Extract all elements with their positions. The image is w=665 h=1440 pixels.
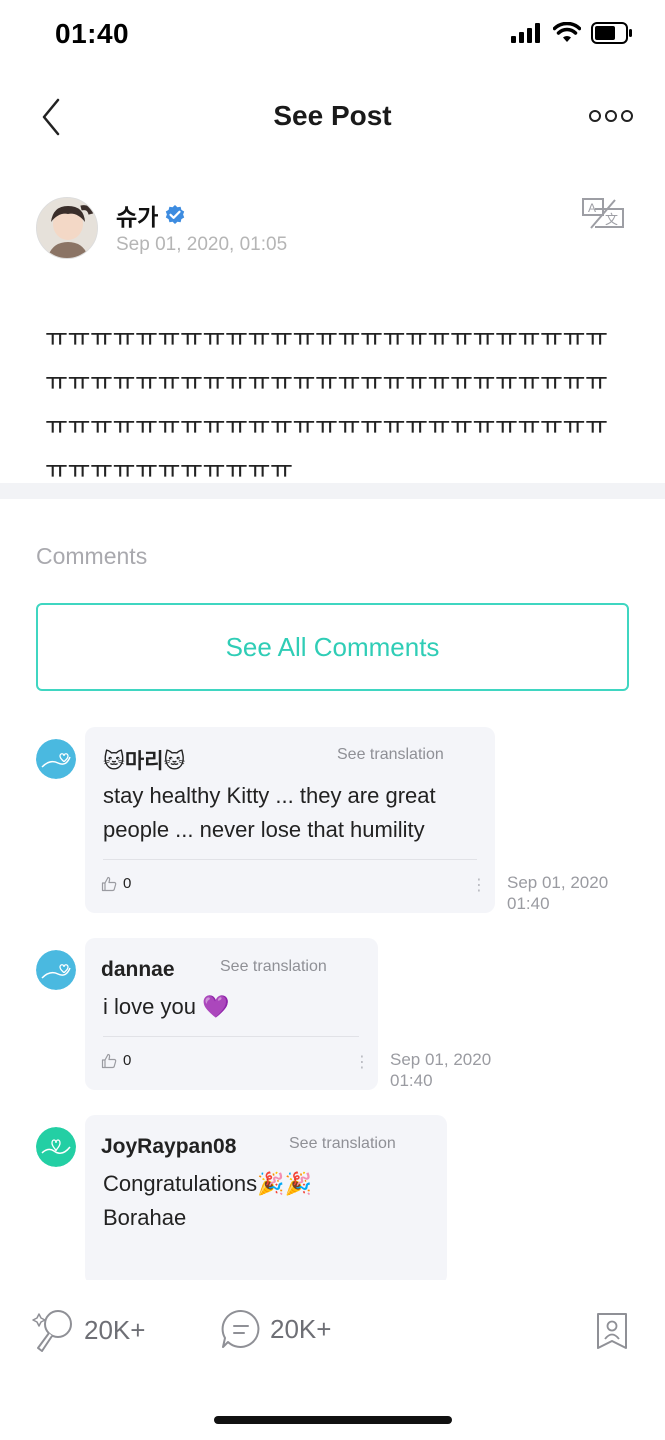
thumbs-up-icon (101, 1053, 117, 1068)
likes-count: 20K+ (84, 1314, 146, 1345)
user-avatar-icon (36, 950, 76, 990)
author-avatar[interactable] (36, 197, 98, 259)
comment-text: stay healthy Kitty ... they are great pe… (103, 783, 436, 842)
post-date: Sep 01, 2020, 01:05 (116, 234, 288, 255)
avatar-photo-icon (37, 198, 97, 258)
more-dot-icon (589, 110, 601, 122)
comment-date: Sep 01, 2020 01:40 (507, 872, 608, 914)
like-button[interactable]: 0 (101, 1052, 131, 1069)
commenter-name[interactable]: JoyRaypan08 (101, 1135, 236, 1159)
see-all-comments-button[interactable]: See All Comments (36, 603, 629, 691)
comment-bubble-icon (221, 1309, 260, 1348)
comments-stat[interactable]: 20K+ (220, 1308, 331, 1350)
comment-date-day: Sep 01, 2020 (507, 873, 609, 892)
commenter-name[interactable]: 🐱마리🐱 (103, 745, 185, 775)
comment-options-icon[interactable]: ⋮ (471, 875, 487, 895)
bookmark-button[interactable] (596, 1312, 628, 1355)
translate-icon: A 文 (582, 198, 624, 229)
like-button[interactable]: 0 (101, 875, 131, 892)
comment-date-time: 01:40 (507, 894, 550, 913)
wifi-icon (553, 22, 581, 42)
user-avatar-icon (36, 739, 76, 779)
comment-separator (103, 859, 477, 860)
comment-bubble: dannae See translation i love you 💜 0 ⋮ (85, 938, 378, 1090)
likes-stat[interactable]: 20K+ (30, 1308, 145, 1352)
see-translation-link[interactable]: See translation (289, 1135, 396, 1153)
cellular-signal-icon (511, 23, 540, 43)
more-options-button[interactable] (589, 106, 633, 126)
commenter-avatar[interactable] (36, 950, 76, 990)
thumbs-up-icon (101, 876, 117, 891)
commenter-avatar[interactable] (36, 1127, 76, 1167)
comment-text-line-2: Borahae (103, 1205, 187, 1230)
commenter-avatar[interactable] (36, 739, 76, 779)
user-avatar-icon (36, 1127, 76, 1167)
comment-options-icon[interactable]: ⋮ (354, 1052, 370, 1072)
lightstick-like-icon (32, 1310, 72, 1352)
status-icons (511, 22, 633, 44)
comment-date-day: Sep 01, 2020 (390, 1050, 492, 1069)
comment-separator (103, 1036, 359, 1037)
post-text: ㅠㅠㅠㅠㅠㅠㅠㅠㅠㅠㅠㅠㅠㅠㅠㅠㅠㅠㅠㅠㅠㅠㅠㅠㅠㅠㅠㅠㅠㅠㅠㅠㅠㅠㅠㅠㅠㅠㅠㅠ… (45, 324, 608, 484)
see-translation-link[interactable]: See translation (220, 958, 327, 976)
section-divider (0, 483, 665, 499)
like-count: 0 (123, 1052, 132, 1069)
comment-bubble: JoyRaypan08 See translation Congratulati… (85, 1115, 447, 1285)
verified-badge-icon (166, 205, 185, 224)
comments-heading: Comments (36, 543, 148, 569)
comment-text: i love you 💜 (103, 994, 230, 1019)
author-name-row: 슈가 (116, 198, 186, 232)
page-title: See Post (273, 100, 392, 131)
status-time: 01:40 (55, 18, 130, 49)
translate-button[interactable]: A 文 (581, 197, 627, 231)
bookmark-icon (597, 1313, 627, 1349)
commenter-name[interactable]: dannae (101, 958, 175, 982)
comment-date-time: 01:40 (390, 1071, 433, 1090)
see-translation-link[interactable]: See translation (337, 746, 444, 764)
svg-text:文: 文 (605, 213, 618, 228)
comment-bubble: 🐱마리🐱 See translation stay healthy Kitty … (85, 727, 495, 913)
comment-date: Sep 01, 2020 01:40 (390, 1049, 491, 1091)
like-count: 0 (123, 875, 132, 892)
comments-count: 20K+ (270, 1313, 332, 1344)
battery-icon (591, 22, 632, 44)
svg-text:A: A (588, 201, 596, 215)
more-dot-icon (605, 110, 617, 122)
author-name[interactable]: 슈가 (116, 198, 158, 232)
home-indicator (214, 1416, 452, 1424)
more-dot-icon (621, 110, 633, 122)
comment-text-line-1: Congratulations🎉🎉 (103, 1171, 312, 1196)
